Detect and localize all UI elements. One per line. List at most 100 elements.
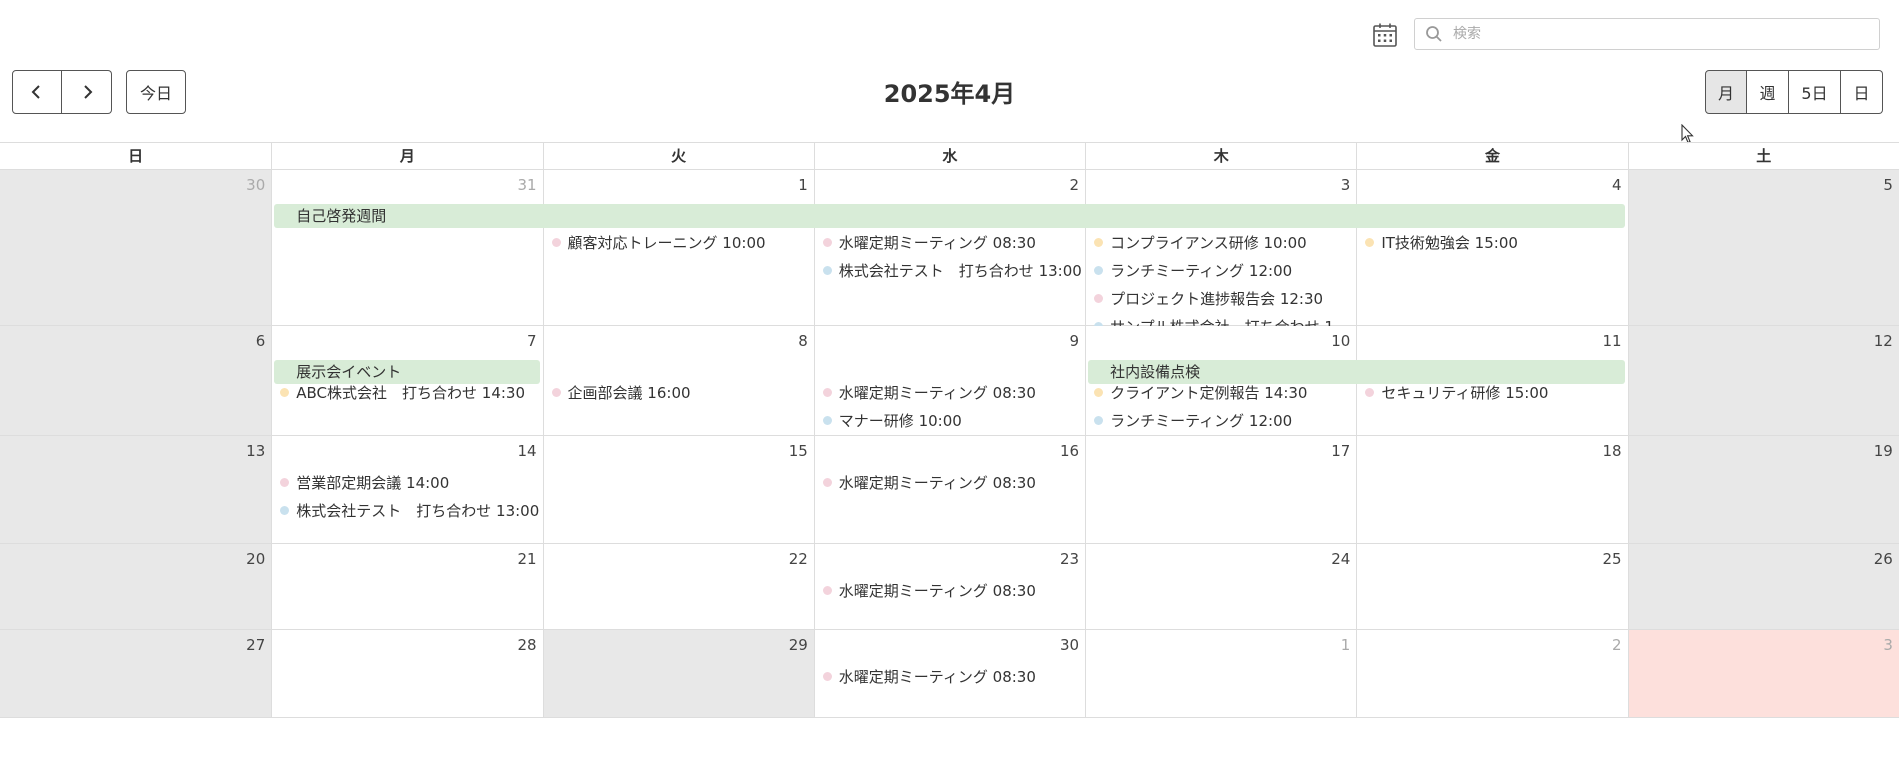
event-label: 水曜定期ミーティング 08:30 [838,233,1036,252]
day-cell[interactable]: 31 [271,170,543,325]
day-cell[interactable]: 30 水曜定期ミーティング 08:30 [813,630,1086,717]
view-button-0[interactable]: 月 [1705,70,1747,114]
event-dot-icon [822,265,832,275]
day-cell[interactable]: 18 [1356,436,1628,543]
event-item[interactable]: マナー研修 10:00 [815,406,1085,434]
event-item[interactable]: 水曜定期ミーティング 08:30 [815,378,1085,406]
day-cell[interactable]: 13 [0,436,272,543]
day-cell[interactable]: 15 [542,436,814,543]
day-number: 12 [1873,332,1893,350]
event-item[interactable]: コンプライアンス研修 10:00 [1086,228,1356,256]
day-cell[interactable]: 12 [1627,326,1899,435]
event-label: 営業部定期会議 14:00 [296,473,450,492]
day-number: 2 [1069,176,1080,194]
event-dot-icon [822,477,832,487]
day-cell[interactable]: 3 コンプライアンス研修 10:00 ランチミーティング 12:00 プロジェクト進捗… [1085,170,1357,336]
day-cell[interactable]: 9 水曜定期ミーティング 08:30 マナー研修 10:00 [813,326,1086,435]
event-item[interactable]: 水曜定期ミーティング 08:30 [815,468,1085,496]
day-number: 8 [798,332,808,350]
day-cell[interactable]: 22 [542,544,814,629]
all-day-event[interactable]: 展示会イベント [274,360,540,384]
day-number: 13 [246,442,266,460]
event-label: 水曜定期ミーティング 08:30 [838,473,1036,492]
event-item[interactable]: 株式会社テスト 打ち合わせ 13:00 [272,496,542,524]
event-label: 水曜定期ミーティング 08:30 [838,383,1036,402]
day-cell[interactable]: 6 [0,326,272,435]
day-cell[interactable]: 24 [1085,544,1357,629]
day-events: 水曜定期ミーティング 08:30 株式会社テスト 打ち合わせ 13:00 [815,228,1085,284]
event-item[interactable]: IT技術勉強会 15:00 [1357,228,1627,256]
day-cell[interactable]: 4 IT技術勉強会 15:00 [1356,170,1628,325]
day-events: 顧客対応トレーニング 10:00 [544,228,814,256]
day-events: 企画部会議 16:00 [544,378,814,406]
day-events: 水曜定期ミーティング 08:30 [815,576,1085,604]
day-cell[interactable]: 26 [1627,544,1899,629]
day-number: 4 [1612,176,1622,194]
event-item[interactable]: 水曜定期ミーティング 08:30 [815,576,1085,604]
chevron-left-icon [31,85,40,99]
event-dot-icon [1365,237,1375,247]
day-cell[interactable]: 29 [542,630,814,717]
event-label: 水曜定期ミーティング 08:30 [838,667,1036,686]
prev-month-button[interactable] [12,70,62,114]
week-row: 13 14 営業部定期会議 14:00 株式会社テスト 打ち合わせ 13:00 15 16… [0,436,1899,544]
event-item[interactable]: ランチミーティング 12:00 [1086,256,1356,284]
day-number: 30 [1059,636,1080,654]
day-cell[interactable]: 16 水曜定期ミーティング 08:30 [813,436,1086,543]
weekday-label: 水 [813,143,1085,169]
search-box[interactable] [1414,18,1880,50]
day-cell[interactable]: 1 顧客対応トレーニング 10:00 [542,170,814,325]
event-label: セキュリティ研修 15:00 [1381,383,1549,402]
day-cell[interactable]: 30 [0,170,272,325]
day-number: 1 [798,176,808,194]
week-row: 6 7 ABC株式会社 打ち合わせ 14:30 8 企画部会議 16:00 9 水曜定期ミー… [0,326,1899,436]
event-label: ランチミーティング 12:00 [1110,261,1293,280]
event-dot-icon [551,387,561,397]
view-button-1[interactable]: 週 [1747,70,1789,114]
day-number: 2 [1612,636,1622,654]
day-cell[interactable]: 17 [1085,436,1357,543]
day-cell[interactable]: 23 水曜定期ミーティング 08:30 [813,544,1086,629]
day-number: 10 [1331,332,1351,350]
all-day-event[interactable]: 自己啓発週間 [274,204,1625,228]
chevron-right-icon [83,85,92,99]
weekday-label: 木 [1085,143,1356,169]
day-cell[interactable]: 28 [271,630,543,717]
week-row: 27 28 29 30 水曜定期ミーティング 08:30 1 2 3 [0,630,1899,718]
search-input[interactable] [1451,25,1879,43]
event-item[interactable]: 企画部会議 16:00 [544,378,814,406]
day-number: 6 [255,332,266,350]
day-cell[interactable]: 21 [271,544,543,629]
day-cell[interactable]: 1 [1085,630,1357,717]
day-cell[interactable]: 27 [0,630,272,717]
all-day-event[interactable]: 社内設備点検 [1088,360,1625,384]
day-cell[interactable]: 2 [1356,630,1628,717]
day-cell[interactable]: 5 [1627,170,1899,325]
day-number: 25 [1602,550,1622,568]
event-item[interactable]: 営業部定期会議 14:00 [272,468,542,496]
event-item[interactable]: 株式会社テスト 打ち合わせ 13:00 [815,256,1085,284]
event-dot-icon [280,477,290,487]
event-item[interactable]: ランチミーティング 12:00 [1086,406,1356,434]
day-cell[interactable]: 25 [1356,544,1628,629]
day-cell[interactable]: 2 水曜定期ミーティング 08:30 株式会社テスト 打ち合わせ 13:00 [813,170,1086,325]
event-item[interactable]: 水曜定期ミーティング 08:30 [815,228,1085,256]
event-item[interactable]: プロジェクト進捗報告会 12:30 [1086,284,1356,312]
day-number: 18 [1602,442,1622,460]
day-cell[interactable]: 14 営業部定期会議 14:00 株式会社テスト 打ち合わせ 13:00 [271,436,543,543]
day-cell[interactable]: 8 企画部会議 16:00 [542,326,814,435]
event-label: 顧客対応トレーニング 10:00 [567,233,766,252]
event-item[interactable]: 水曜定期ミーティング 08:30 [815,662,1085,690]
calendar-icon[interactable] [1372,22,1398,48]
day-cell[interactable]: 20 [0,544,272,629]
event-item[interactable]: 顧客対応トレーニング 10:00 [544,228,814,256]
next-month-button[interactable] [62,70,112,114]
event-label: 株式会社テスト 打ち合わせ 13:00 [296,501,540,520]
weekday-header: 日 月火水木金土 [0,142,1899,170]
day-cell[interactable]: 19 [1627,436,1899,543]
today-button[interactable]: 今日 [126,70,186,114]
view-button-2[interactable]: 5日 [1789,70,1841,114]
day-cell[interactable]: 3 [1627,630,1899,717]
view-button-3[interactable]: 日 [1841,70,1883,114]
event-dot-icon [822,387,832,397]
